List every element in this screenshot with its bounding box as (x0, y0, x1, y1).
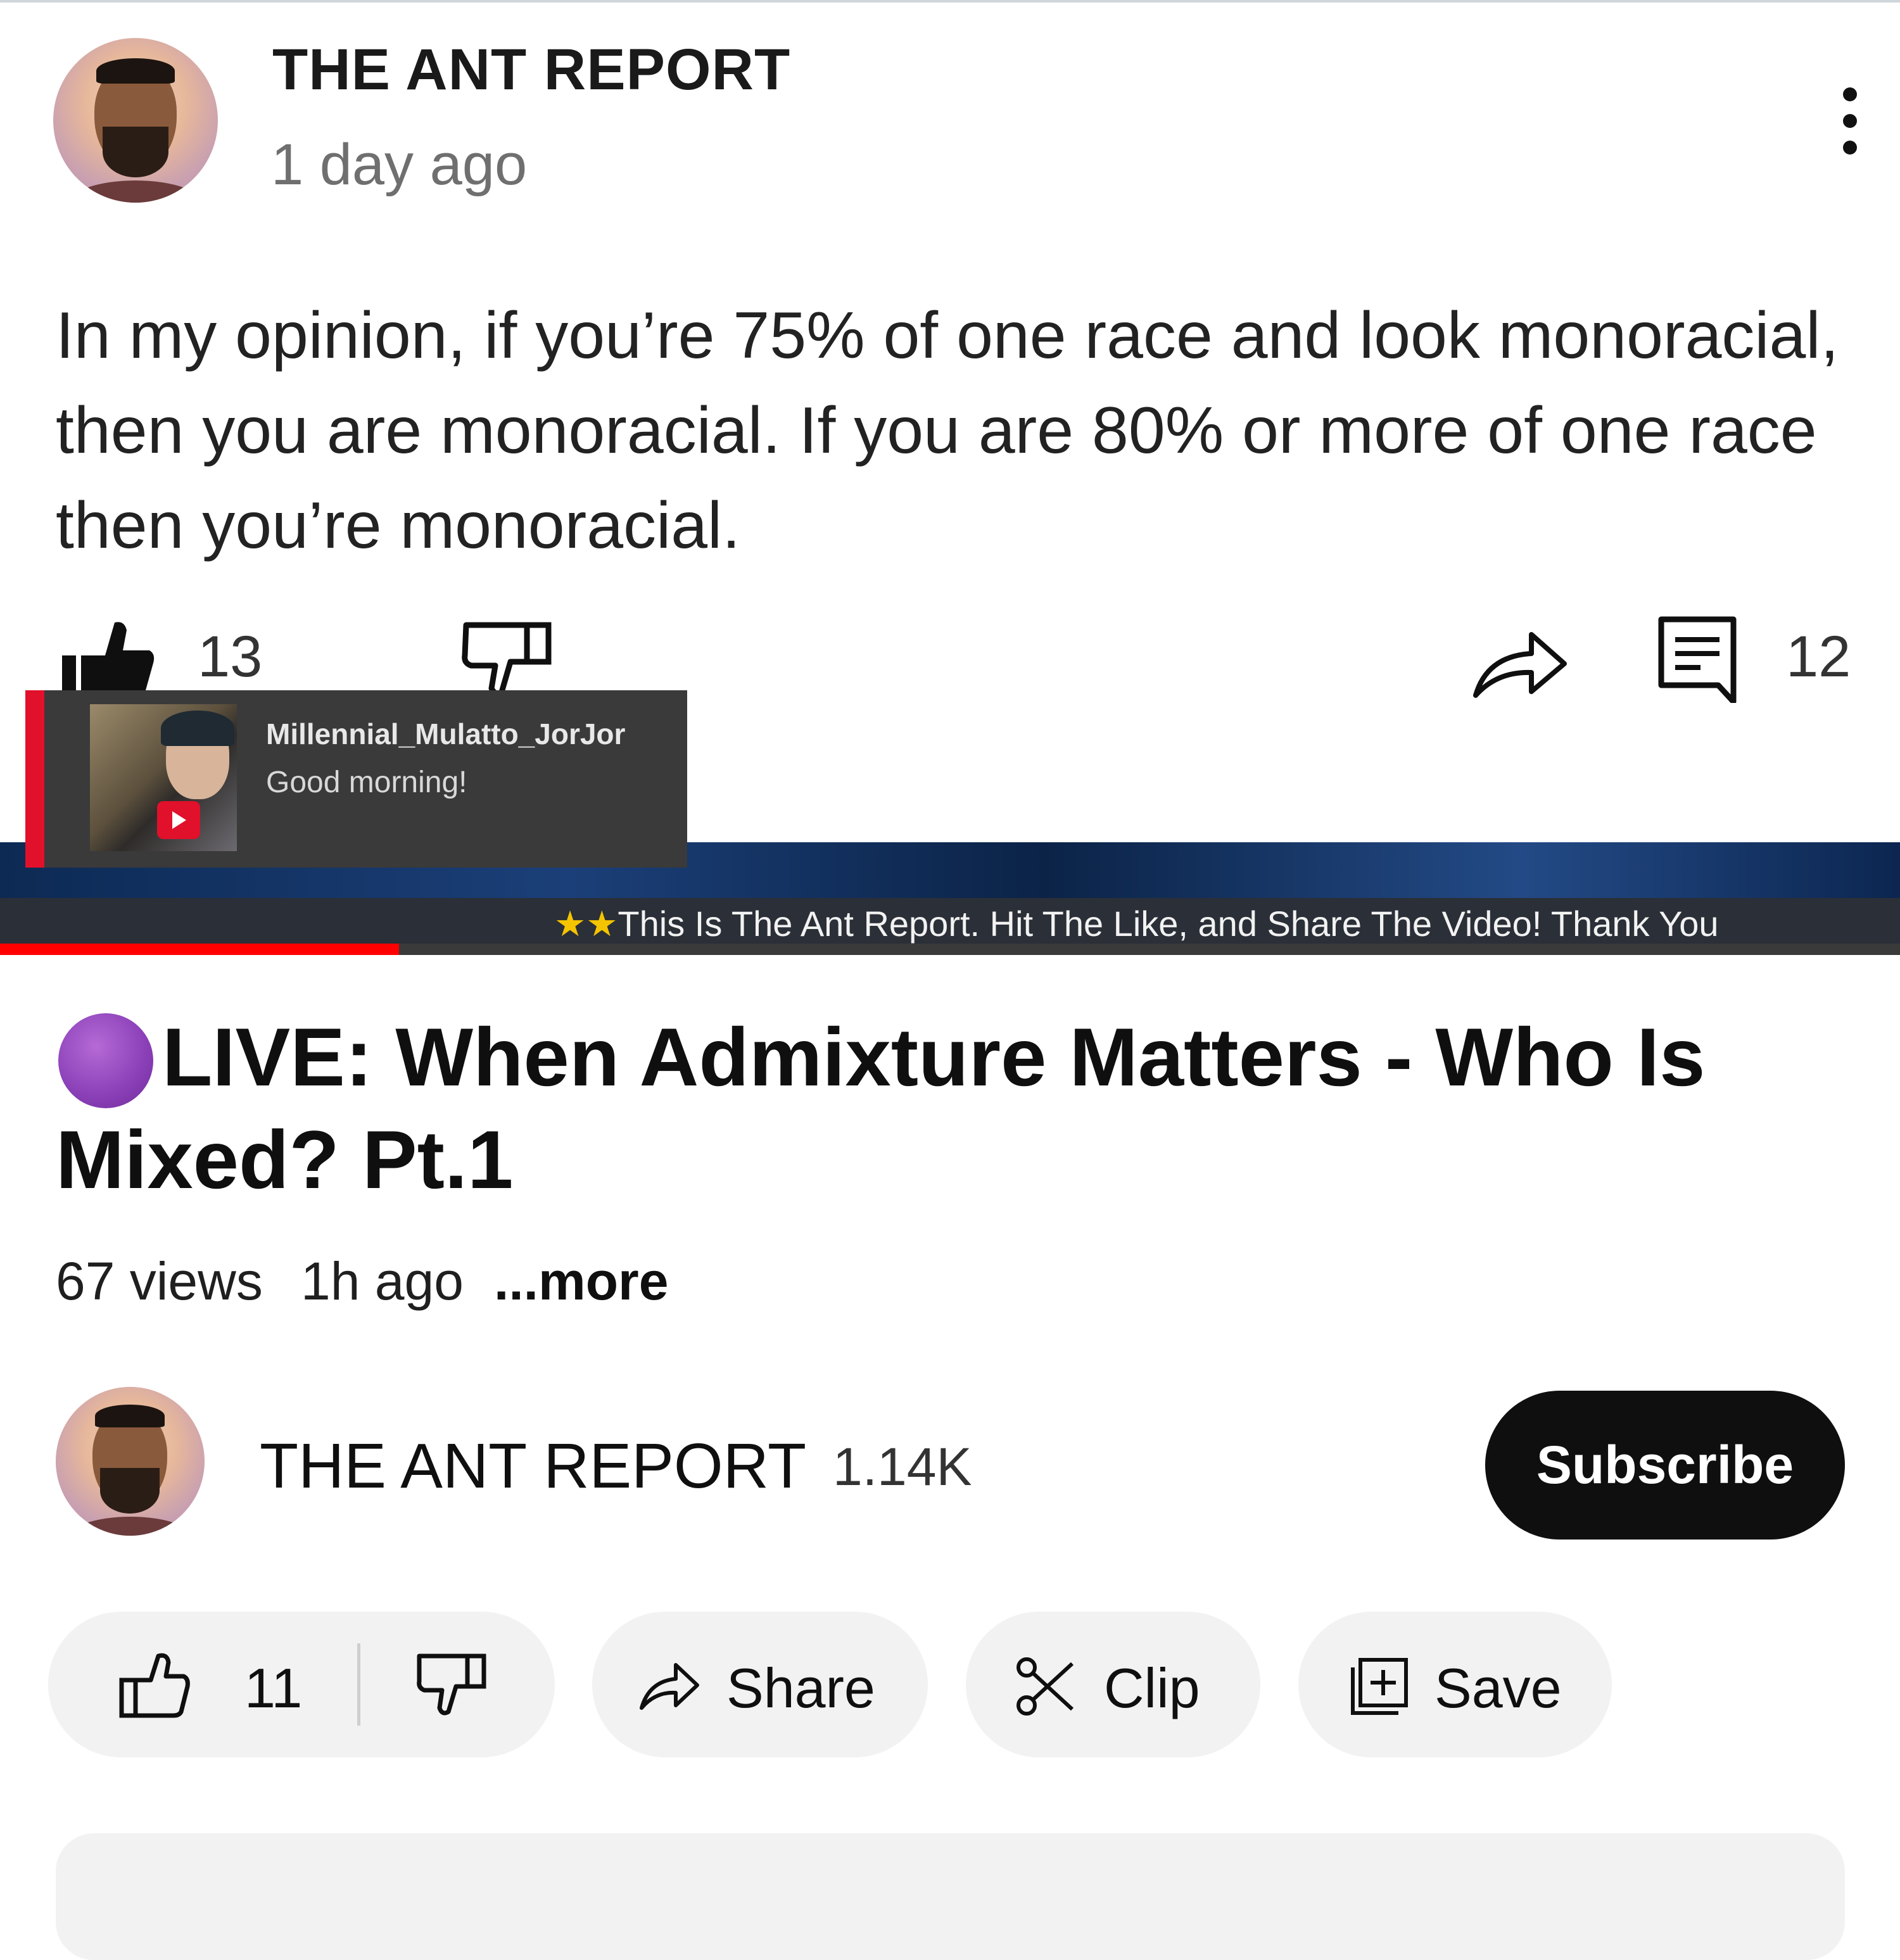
star-icon: ★★ (554, 904, 618, 944)
stream-ticker: ★★This Is The Ant Report. Hit The Like, … (0, 898, 1900, 944)
ticker-text: This Is The Ant Report. Hit The Like, an… (618, 904, 1719, 944)
chip-divider (357, 1643, 360, 1726)
view-count: 67 views (56, 1251, 263, 1311)
post-channel-name: THE ANT REPORT (272, 37, 791, 102)
post-comment-count: 12 (1786, 624, 1851, 689)
thumbs-up-filled-icon (62, 622, 155, 699)
playlist-add-icon (1351, 1658, 1408, 1715)
youtube-logo-icon (157, 801, 200, 839)
post-channel-avatar (53, 38, 218, 203)
like-dislike-chip: 11 (48, 1612, 555, 1757)
comment-icon (1658, 616, 1737, 703)
subscribe-button[interactable]: Subscribe (1485, 1391, 1845, 1540)
video-title[interactable]: LIVE: When Admixture Matters - Who Is Mi… (56, 1006, 1861, 1211)
share-arrow-icon (1473, 632, 1567, 698)
post-timestamp: 1 day ago (271, 132, 528, 197)
live-chat-overlay: Millennial_Mulatto_JorJor Good morning! (25, 690, 687, 868)
playback-progress-bar[interactable] (0, 944, 1900, 955)
chat-username: Millennial_Mulatto_JorJor (266, 718, 626, 750)
post-body-text: In my opinion, if you’re 75% of one race… (56, 299, 1839, 562)
clip-label: Clip (1104, 1657, 1200, 1719)
playback-progress-fill (0, 944, 399, 955)
clip-button[interactable]: Clip (966, 1612, 1260, 1757)
scissors-icon (1016, 1657, 1074, 1716)
more-description-link[interactable]: ...more (494, 1251, 668, 1312)
frame-top-border (0, 0, 1900, 3)
thumbs-down-icon[interactable] (417, 1651, 488, 1718)
video-player[interactable]: THE ANT REPORT 1 day ago In my opinion, … (0, 0, 1900, 956)
chat-message: Good morning! (266, 766, 467, 799)
share-label: Share (726, 1657, 875, 1719)
channel-avatar[interactable] (56, 1387, 205, 1536)
subscriber-count: 1.14K (833, 1437, 972, 1496)
share-arrow-icon (640, 1663, 699, 1710)
comments-section-card[interactable] (56, 1833, 1845, 1960)
upload-age: 1h ago (301, 1251, 464, 1311)
post-like-count: 13 (198, 624, 263, 689)
more-vert-icon (1837, 82, 1862, 158)
thumbs-down-icon (462, 622, 552, 697)
share-button[interactable]: Share (592, 1612, 928, 1757)
save-label: Save (1434, 1657, 1562, 1719)
like-count: 11 (244, 1657, 303, 1719)
channel-name[interactable]: THE ANT REPORT (260, 1430, 806, 1503)
thumbs-up-icon[interactable] (119, 1651, 190, 1718)
save-button[interactable]: Save (1298, 1612, 1612, 1757)
